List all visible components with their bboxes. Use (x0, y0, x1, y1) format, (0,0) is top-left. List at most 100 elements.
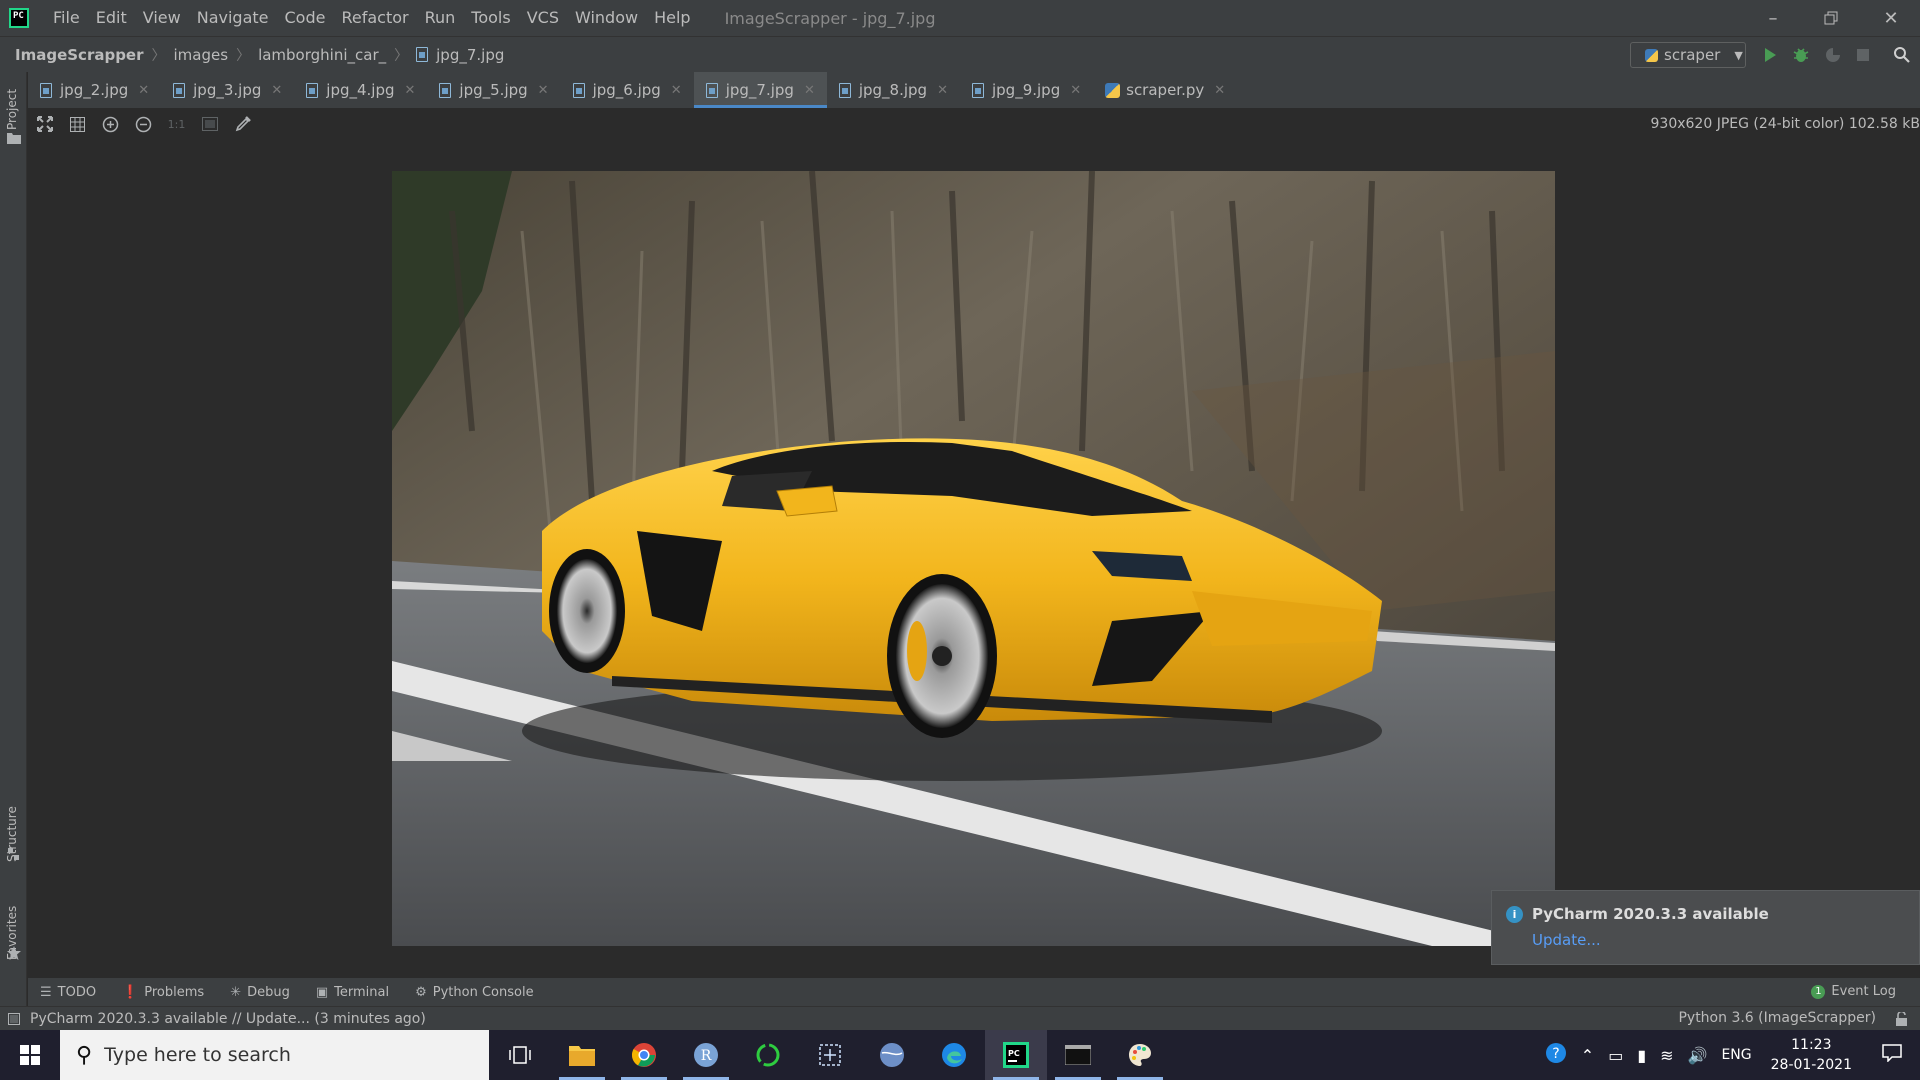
stop-icon[interactable] (1856, 48, 1870, 62)
wifi-icon[interactable]: ≋ (1653, 1046, 1680, 1065)
run-icon[interactable] (1762, 47, 1778, 63)
python-console-label: Python Console (432, 984, 534, 1000)
refresh-app-taskbar-app[interactable] (737, 1030, 799, 1080)
folder-icon (569, 1046, 595, 1066)
tab-jpg-3[interactable]: jpg_3.jpg ✕ (161, 72, 294, 108)
tab-jpg-5[interactable]: jpg_5.jpg ✕ (427, 72, 560, 108)
menu-file[interactable]: File (45, 0, 88, 36)
menu-help[interactable]: Help (646, 0, 698, 36)
tab-label: jpg_9.jpg (991, 81, 1061, 99)
close-tab-icon[interactable]: ✕ (671, 83, 682, 98)
coverage-icon[interactable] (1824, 46, 1842, 64)
close-tab-icon[interactable]: ✕ (937, 83, 948, 98)
toggle-tool-windows-icon[interactable] (8, 1012, 20, 1025)
globe-app-taskbar-app[interactable] (861, 1030, 923, 1080)
close-tab-icon[interactable]: ✕ (1214, 83, 1225, 98)
pycharm-taskbar-app[interactable]: PC (985, 1030, 1047, 1080)
chevron-right-icon: 〉 (394, 47, 409, 64)
image-file-icon (971, 82, 984, 98)
close-tab-icon[interactable]: ✕ (538, 83, 549, 98)
menu-edit[interactable]: Edit (88, 0, 135, 36)
grid-icon[interactable] (61, 108, 94, 140)
tab-jpg-8[interactable]: jpg_8.jpg ✕ (827, 72, 960, 108)
image-info-label: 930x620 JPEG (24-bit color) 102.58 kB (1650, 116, 1920, 132)
device-icon[interactable]: ▭ (1601, 1046, 1630, 1065)
task-view-button[interactable] (489, 1030, 551, 1080)
actual-size-button[interactable]: 1:1 (160, 108, 193, 140)
file-explorer-taskbar-app[interactable] (551, 1030, 613, 1080)
language-indicator[interactable]: ENG (1714, 1047, 1758, 1063)
restore-icon (1824, 11, 1838, 25)
pycharm-logo-icon[interactable]: PC (9, 8, 29, 28)
edge-taskbar-app[interactable] (923, 1030, 985, 1080)
volume-icon[interactable]: 🔊 (1681, 1046, 1715, 1065)
project-tool-button[interactable]: Project (5, 89, 19, 130)
start-button[interactable] (0, 1030, 60, 1080)
notifications-icon[interactable] (1864, 1044, 1920, 1066)
close-button[interactable]: ✕ (1862, 0, 1920, 36)
interpreter-selector[interactable]: Python 3.6 (ImageScrapper) (1678, 1010, 1876, 1026)
background-icon[interactable] (193, 108, 226, 140)
folder-icon (7, 133, 21, 144)
breadcrumb-subfolder[interactable]: lamborghini_car_ (254, 46, 390, 64)
restore-button[interactable] (1802, 0, 1860, 36)
search-icon[interactable] (1893, 46, 1911, 64)
lock-icon[interactable] (1895, 1012, 1908, 1026)
debug-tool-button[interactable]: ✳ Debug (230, 985, 290, 1000)
debug-icon[interactable] (1792, 46, 1810, 64)
breadcrumb-file[interactable]: jpg_7.jpg (412, 46, 508, 64)
breadcrumb-project[interactable]: ImageScrapper (11, 46, 148, 64)
todo-tool-button[interactable]: ☰ TODO (40, 985, 96, 1000)
tab-jpg-2[interactable]: jpg_2.jpg ✕ (28, 72, 161, 108)
menu-refactor[interactable]: Refactor (333, 0, 416, 36)
chevron-up-icon[interactable]: ⌃ (1574, 1046, 1601, 1065)
menu-vcs[interactable]: VCS (519, 0, 567, 36)
edge-icon (942, 1043, 966, 1067)
menu-window[interactable]: Window (567, 0, 646, 36)
color-picker-icon[interactable] (226, 108, 259, 140)
menu-view[interactable]: View (135, 0, 189, 36)
chrome-taskbar-app[interactable] (613, 1030, 675, 1080)
help-icon[interactable]: ? (1538, 1042, 1574, 1068)
problems-tool-button[interactable]: ❗ Problems (122, 985, 204, 1000)
tab-scraper-py[interactable]: scraper.py ✕ (1093, 72, 1237, 108)
paint-taskbar-app[interactable] (1109, 1030, 1171, 1080)
close-tab-icon[interactable]: ✕ (1070, 83, 1081, 98)
close-tab-icon[interactable]: ✕ (804, 83, 815, 98)
event-log-button[interactable]: 1 Event Log (1811, 984, 1896, 999)
python-console-tool-button[interactable]: ⚙ Python Console (415, 985, 533, 1000)
terminal-tool-button[interactable]: ▣ Terminal (316, 985, 389, 1000)
menu-run[interactable]: Run (417, 0, 464, 36)
terminal-taskbar-app[interactable] (1047, 1030, 1109, 1080)
snipping-tool-taskbar-app[interactable] (799, 1030, 861, 1080)
minimize-button[interactable]: – (1744, 0, 1802, 36)
tab-jpg-4[interactable]: jpg_4.jpg ✕ (294, 72, 427, 108)
menu-code[interactable]: Code (277, 0, 334, 36)
status-message[interactable]: PyCharm 2020.3.3 available // Update... … (30, 1011, 426, 1027)
python-console-icon: ⚙ (415, 984, 427, 1000)
breadcrumb-folder[interactable]: images (170, 46, 233, 64)
fit-zoom-icon[interactable] (28, 108, 61, 140)
update-link[interactable]: Update... (1532, 931, 1601, 949)
battery-icon[interactable]: ▮ (1630, 1046, 1653, 1065)
clock[interactable]: 11:23 28-01-2021 (1759, 1035, 1864, 1075)
tab-jpg-9[interactable]: jpg_9.jpg ✕ (960, 72, 1093, 108)
svg-text:R: R (701, 1048, 712, 1064)
r-app-taskbar-app[interactable]: R (675, 1030, 737, 1080)
close-tab-icon[interactable]: ✕ (271, 83, 282, 98)
structure-icon (8, 848, 19, 860)
tab-jpg-6[interactable]: jpg_6.jpg ✕ (561, 72, 694, 108)
zoom-in-icon[interactable] (94, 108, 127, 140)
taskbar-search-box[interactable]: ⚲ Type here to search (60, 1030, 489, 1080)
close-tab-icon[interactable]: ✕ (405, 83, 416, 98)
tab-jpg-7[interactable]: jpg_7.jpg ✕ (693, 72, 827, 108)
run-config-dropdown[interactable]: scraper ▼ (1630, 42, 1746, 68)
menu-navigate[interactable]: Navigate (189, 0, 277, 36)
clock-time: 11:23 (1791, 1037, 1832, 1053)
zoom-out-icon[interactable] (127, 108, 160, 140)
image-file-icon (306, 82, 319, 98)
close-tab-icon[interactable]: ✕ (138, 83, 149, 98)
bug-icon: ✳ (230, 984, 242, 1000)
menu-tools[interactable]: Tools (463, 0, 518, 36)
debug-label: Debug (247, 984, 290, 1000)
